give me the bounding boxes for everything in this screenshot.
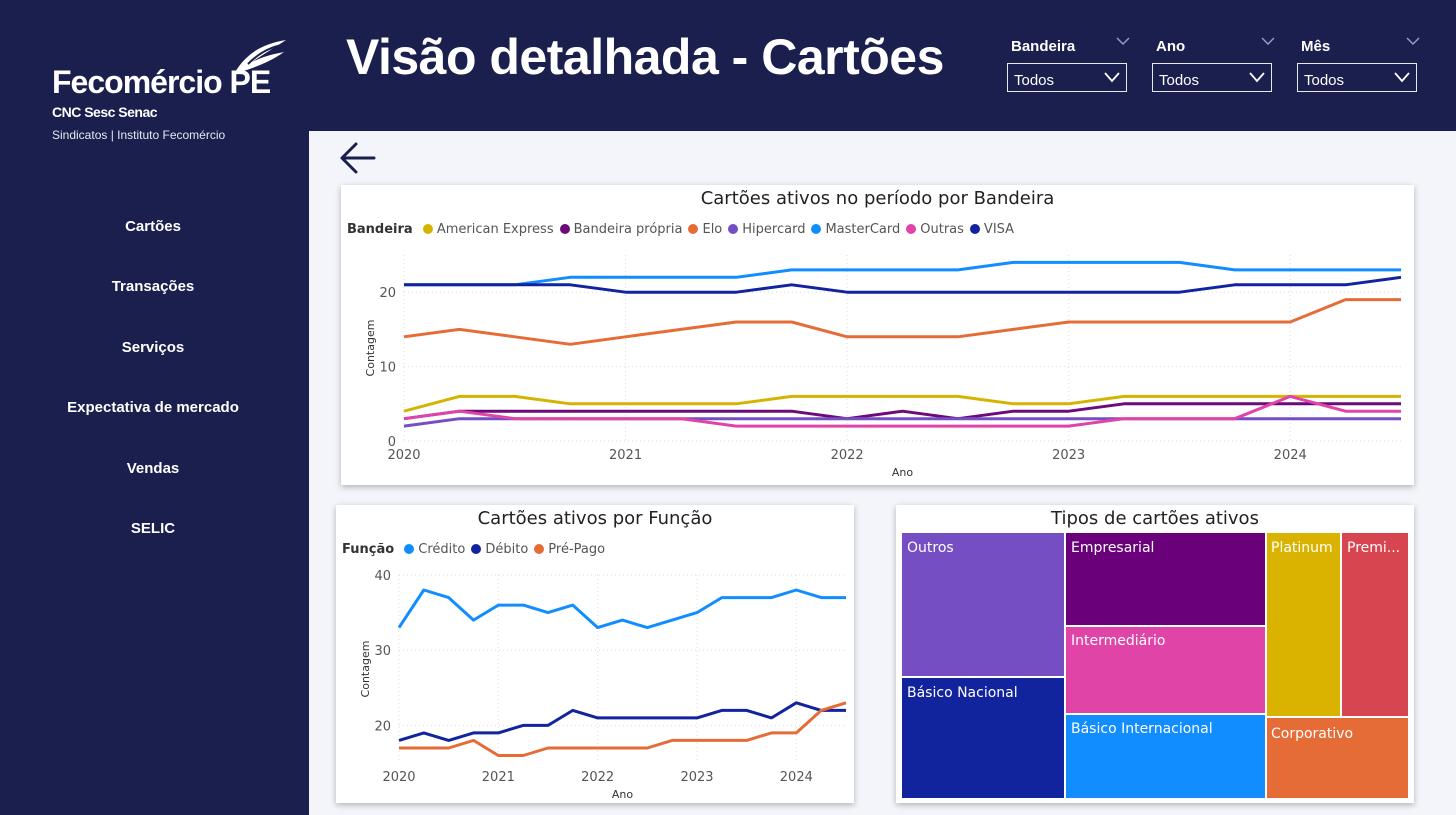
nav-cartoes[interactable]: Cartões — [0, 218, 306, 235]
treemap-cell-basico-internacional[interactable]: Básico Internacional — [1065, 714, 1266, 799]
chevron-down-icon[interactable] — [1261, 36, 1275, 46]
treemap-label: Corporativo — [1271, 726, 1354, 742]
series-line-pre-pago[interactable] — [399, 701, 847, 757]
filter-bandeira[interactable]: Bandeira Todos — [1007, 36, 1132, 96]
treemap-label: Platinum — [1271, 540, 1333, 556]
filter-label: Bandeira — [1011, 38, 1076, 55]
filter-dropdown[interactable]: Todos — [1297, 63, 1417, 92]
filter-value: Todos — [1159, 72, 1200, 89]
brand-name: Fecomércio PE — [52, 64, 271, 100]
treemap-label: Premi... — [1347, 540, 1401, 556]
x-axis-label: Ano — [892, 466, 913, 479]
treemap-tipos: Outros Básico Nacional Empresarial Inter… — [901, 532, 1409, 799]
chart-title: Tipos de cartões ativos — [1051, 508, 1259, 529]
line-chart-funcao: 2020 2021 2022 2023 2024 20 30 40 Ano Contagem — [359, 569, 847, 801]
filter-value: Todos — [1304, 72, 1345, 89]
y-tick-label: 30 — [374, 644, 391, 659]
y-tick-label: 20 — [379, 286, 396, 301]
x-tick-label: 2022 — [581, 770, 614, 785]
filter-label: Mês — [1301, 38, 1331, 55]
back-arrow-icon[interactable] — [338, 140, 378, 176]
brand-logo: Fecomércio PE CNC Sesc Senac Sindicatos … — [52, 38, 302, 148]
chevron-down-icon — [1104, 72, 1120, 83]
chevron-down-icon — [1249, 72, 1265, 83]
treemap-cell-platinum[interactable]: Platinum — [1266, 532, 1341, 717]
chevron-down-icon — [1394, 72, 1410, 83]
treemap-cell-corporativo[interactable]: Corporativo — [1266, 717, 1409, 799]
filter-value: Todos — [1014, 72, 1055, 89]
x-tick-label: 2021 — [609, 448, 642, 463]
y-tick-label: 40 — [374, 569, 391, 584]
series-line-mastercard[interactable] — [404, 260, 1401, 287]
chevron-down-icon[interactable] — [1406, 36, 1420, 46]
series-line-elo[interactable] — [403, 298, 1401, 346]
x-tick-label: 2023 — [1052, 448, 1085, 463]
nav-servicos[interactable]: Serviços — [0, 339, 306, 356]
y-tick-label: 0 — [388, 435, 396, 450]
x-tick-label: 2020 — [382, 770, 415, 785]
treemap-cell-basico-nacional[interactable]: Básico Nacional — [901, 677, 1065, 799]
x-tick-label: 2021 — [482, 770, 515, 785]
x-tick-label: 2023 — [680, 770, 713, 785]
treemap-cell-premium[interactable]: Premi... — [1341, 532, 1409, 717]
brand-tagline: Sindicatos | Instituto Fecomércio — [52, 128, 226, 142]
series-line-credito[interactable] — [397, 588, 846, 630]
filter-label: Ano — [1156, 38, 1186, 55]
treemap-label: Básico Internacional — [1071, 721, 1213, 737]
chart-card-funcao: Cartões ativos por Função Função Crédito… — [336, 505, 854, 803]
y-axis-label: Contagem — [359, 641, 372, 698]
filter-dropdown[interactable]: Todos — [1007, 63, 1127, 92]
series-line-debito[interactable] — [398, 701, 846, 742]
x-tick-label: 2020 — [387, 448, 420, 463]
page-title: Visão detalhada - Cartões — [346, 29, 944, 85]
treemap-label: Básico Nacional — [907, 685, 1018, 701]
brand-partners: CNC Sesc Senac — [52, 104, 158, 120]
x-tick-label: 2024 — [780, 770, 813, 785]
treemap-cell-outros[interactable]: Outros — [901, 532, 1065, 677]
y-tick-label: 20 — [374, 719, 391, 734]
filter-ano[interactable]: Ano Todos — [1152, 36, 1277, 96]
x-axis-label: Ano — [612, 788, 633, 801]
treemap-label: Empresarial — [1071, 540, 1155, 556]
chevron-down-icon[interactable] — [1116, 36, 1130, 46]
nav-expectativa-de-mercado[interactable]: Expectativa de mercado — [0, 399, 306, 416]
x-tick-label: 2024 — [1274, 448, 1307, 463]
chart-card-tipos: Tipos de cartões ativos Outros Básico Na… — [896, 505, 1414, 803]
treemap-label: Outros — [907, 540, 954, 556]
treemap-cell-intermediario[interactable]: Intermediário — [1065, 626, 1266, 714]
y-axis-label: Contagem — [364, 320, 377, 377]
y-tick-label: 10 — [379, 361, 396, 376]
chart-card-bandeira: Cartões ativos no período por Bandeira B… — [341, 185, 1414, 485]
treemap-label: Intermediário — [1071, 633, 1166, 649]
x-tick-label: 2022 — [831, 448, 864, 463]
treemap-cell-empresarial[interactable]: Empresarial — [1065, 532, 1266, 626]
line-chart-bandeira: 2020 2021 2022 2023 2024 0 10 20 Ano Contagem — [364, 255, 1402, 479]
filter-mes[interactable]: Mês Todos — [1297, 36, 1422, 96]
nav-transacoes[interactable]: Transações — [0, 278, 306, 295]
filter-dropdown[interactable]: Todos — [1152, 63, 1272, 92]
nav-selic[interactable]: SELIC — [0, 520, 306, 537]
nav-vendas[interactable]: Vendas — [0, 460, 306, 477]
